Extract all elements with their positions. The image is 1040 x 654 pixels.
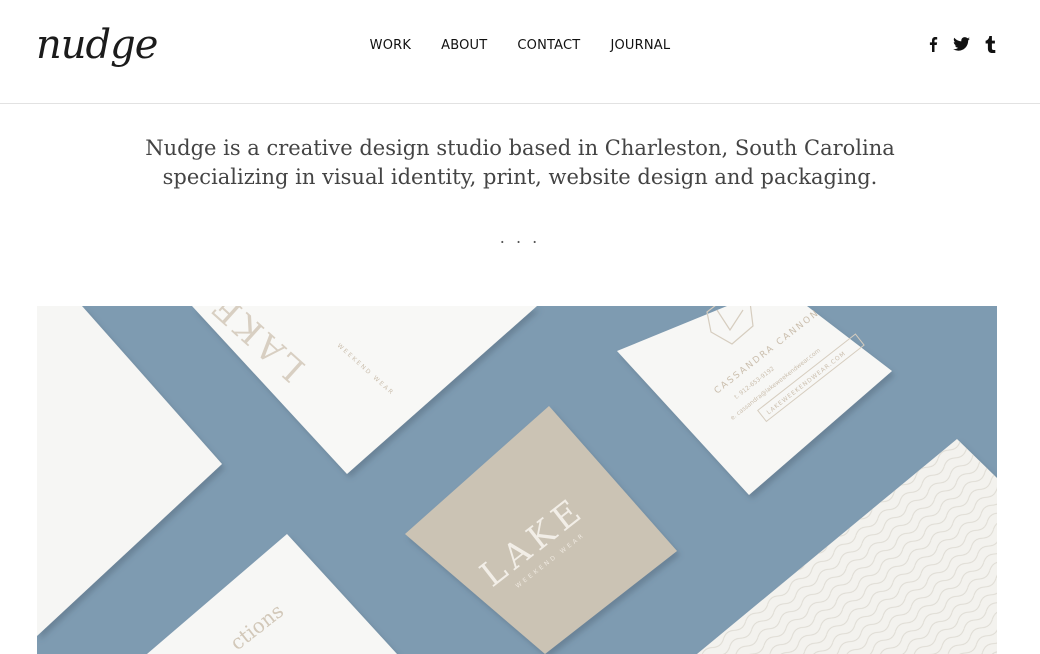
site-header: nudge WORK ABOUT CONTACT JOURNAL bbox=[0, 0, 1040, 104]
twitter-icon[interactable] bbox=[953, 33, 970, 55]
intro-tagline: Nudge is a creative design studio based … bbox=[0, 134, 1040, 192]
nav-about-link[interactable]: ABOUT bbox=[441, 37, 487, 55]
nav-work-link[interactable]: WORK bbox=[370, 37, 411, 55]
nav-journal-link[interactable]: JOURNAL bbox=[610, 37, 670, 55]
nav-contact-link[interactable]: CONTACT bbox=[517, 37, 580, 55]
social-links bbox=[928, 33, 996, 55]
intro-line-1: Nudge is a creative design studio based … bbox=[145, 136, 895, 160]
intro-line-2: specializing in visual identity, print, … bbox=[162, 165, 878, 189]
hero-image[interactable]: LAKE WEEKEND WEAR LAKE WEEKEND WEAR CASS… bbox=[37, 306, 997, 654]
section-separator: . . . bbox=[499, 228, 541, 247]
facebook-icon[interactable] bbox=[928, 33, 938, 55]
tumblr-icon[interactable] bbox=[985, 33, 996, 55]
main-nav: WORK ABOUT CONTACT JOURNAL bbox=[0, 36, 1040, 55]
